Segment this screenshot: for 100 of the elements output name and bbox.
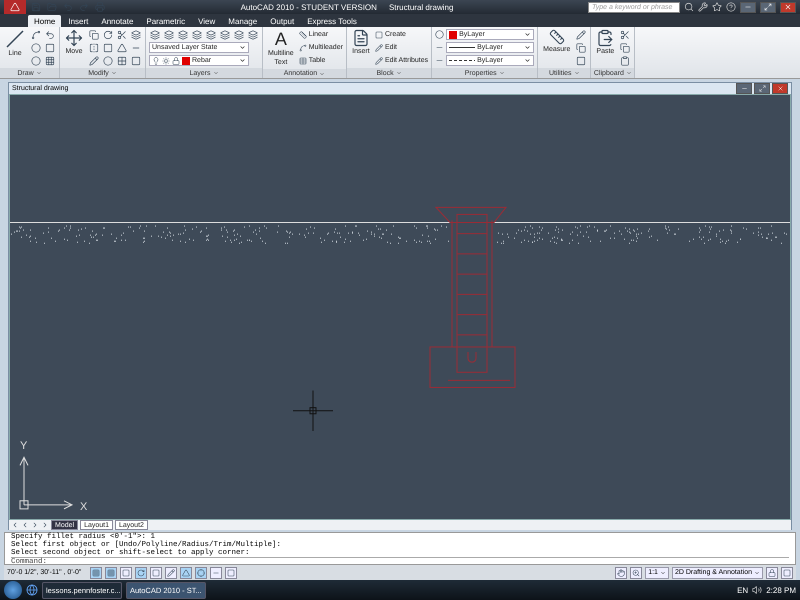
drafting-toggle-button[interactable]	[90, 566, 102, 578]
clock[interactable]: 2:28 PM	[766, 586, 796, 594]
ribbon-tool-button[interactable]	[191, 29, 203, 40]
copy-icon	[620, 42, 630, 52]
close-button[interactable]	[780, 2, 796, 12]
caret-icon	[574, 70, 580, 76]
ribbon-tool-button[interactable]	[233, 29, 245, 40]
start-button[interactable]	[4, 581, 22, 599]
ribbon-tool-button[interactable]	[44, 55, 56, 66]
sun-icon	[162, 56, 170, 64]
drafting-toggle-button[interactable]	[150, 566, 162, 578]
lock-button[interactable]	[766, 566, 778, 578]
square-icon	[131, 56, 141, 66]
ribbon-tab[interactable]: View	[192, 15, 222, 27]
redo-icon	[79, 2, 89, 12]
pencil-icon	[374, 44, 383, 52]
ribbon-tool-button[interactable]	[30, 29, 42, 40]
layers-icon	[234, 30, 244, 40]
maximize-button[interactable]	[754, 83, 770, 94]
ribbon-tool-button[interactable]	[88, 29, 100, 40]
pan-button[interactable]	[615, 566, 628, 578]
caret-icon	[396, 70, 402, 76]
maximize-button[interactable]	[760, 2, 776, 12]
pencil-icon	[89, 56, 99, 66]
layers-icon	[164, 30, 174, 40]
ribbon-tab[interactable]: Manage	[222, 15, 264, 27]
ribbon-tool-button[interactable]	[102, 42, 114, 53]
close-button[interactable]	[772, 83, 788, 94]
ribbon-tab[interactable]: Parametric	[140, 15, 192, 27]
table-icon	[298, 56, 307, 64]
ribbon-tool-button[interactable]	[619, 29, 632, 40]
ribbon-tool-button[interactable]	[177, 29, 189, 40]
ribbon-tool-button[interactable]	[619, 55, 632, 66]
clean-screen-button[interactable]	[781, 566, 793, 578]
zoom-icon	[632, 568, 640, 576]
polyline-icon	[31, 30, 41, 40]
ribbon-tool-button[interactable]	[205, 29, 217, 40]
layers-icon	[192, 30, 202, 40]
ribbon-tool-button[interactable]	[247, 29, 259, 40]
ribbon-tab[interactable]: Output	[264, 15, 300, 27]
move-icon	[65, 29, 83, 47]
line-sample-icon	[449, 59, 476, 62]
ribbon-tool-button[interactable]	[88, 42, 100, 53]
application-menu-button[interactable]	[4, 0, 26, 14]
ribbon-tab[interactable]: Express Tools	[301, 15, 363, 27]
caret-icon	[626, 70, 632, 76]
ribbon-tool-button[interactable]	[163, 29, 175, 40]
ribbon-tool-button[interactable]	[44, 42, 56, 53]
minimize-button[interactable]	[736, 83, 752, 94]
layers-icon	[220, 30, 230, 40]
drafting-toggle-button[interactable]	[180, 566, 192, 578]
language-indicator[interactable]: EN	[737, 586, 748, 594]
drafting-toggle-button[interactable]	[165, 566, 177, 578]
ribbon-tool-button[interactable]	[130, 29, 142, 40]
help-icon	[726, 2, 736, 12]
ribbon-tool-button[interactable]	[102, 29, 114, 40]
ribbon-tool-button[interactable]	[102, 55, 114, 66]
zoom-button[interactable]	[630, 566, 642, 578]
ribbon-tool-button[interactable]	[116, 55, 128, 66]
pencil-icon	[576, 30, 586, 40]
ribbon-tool-button[interactable]	[116, 42, 128, 53]
first-tab-icon	[11, 521, 19, 529]
square-icon	[152, 568, 160, 576]
pencil-icon	[167, 568, 175, 576]
caret-icon	[660, 570, 666, 576]
crosshair-cursor	[293, 390, 333, 431]
ribbon-tab[interactable]: Insert	[62, 15, 94, 27]
rotate-icon	[103, 30, 113, 40]
square-icon	[227, 568, 235, 576]
drafting-toggle-button[interactable]	[120, 566, 132, 578]
drafting-toggle-button[interactable]	[195, 566, 207, 578]
drawing-canvas[interactable]: Y X	[9, 94, 791, 520]
ribbon-tool-button[interactable]	[619, 42, 632, 53]
ribbon-tool-button[interactable]	[149, 29, 161, 40]
scissors-icon	[117, 30, 127, 40]
ribbon-tab[interactable]: Home	[28, 15, 62, 27]
layers-icon	[150, 30, 160, 40]
rectangle-icon	[45, 42, 55, 52]
triangle-icon	[10, 2, 20, 12]
document-title: Structural drawing	[388, 2, 454, 12]
lock-icon	[172, 56, 180, 64]
ribbon-tab[interactable]: Annotate	[95, 15, 140, 27]
previous-tab-icon	[21, 521, 29, 529]
color-swatch	[449, 30, 458, 38]
minimize-button[interactable]	[740, 2, 756, 12]
ribbon-tool-button[interactable]	[575, 29, 588, 40]
ribbon-tool-button[interactable]	[575, 42, 588, 53]
hatch-icon	[45, 56, 55, 66]
ribbon-tool-button[interactable]	[130, 55, 142, 66]
ribbon-tool-button[interactable]	[30, 42, 42, 53]
drafting-toggle-button[interactable]	[210, 566, 222, 578]
drafting-toggle-button[interactable]	[135, 566, 147, 578]
grid-icon	[107, 568, 115, 576]
ribbon-tool-button[interactable]	[88, 55, 100, 66]
drafting-toggle-button[interactable]	[225, 566, 237, 578]
drafting-toggle-button[interactable]	[105, 566, 117, 578]
ribbon-tool-button[interactable]	[219, 29, 231, 40]
minimize-icon	[740, 85, 748, 92]
ribbon-tool-button[interactable]	[116, 29, 128, 40]
axis-label: Y	[20, 440, 28, 452]
